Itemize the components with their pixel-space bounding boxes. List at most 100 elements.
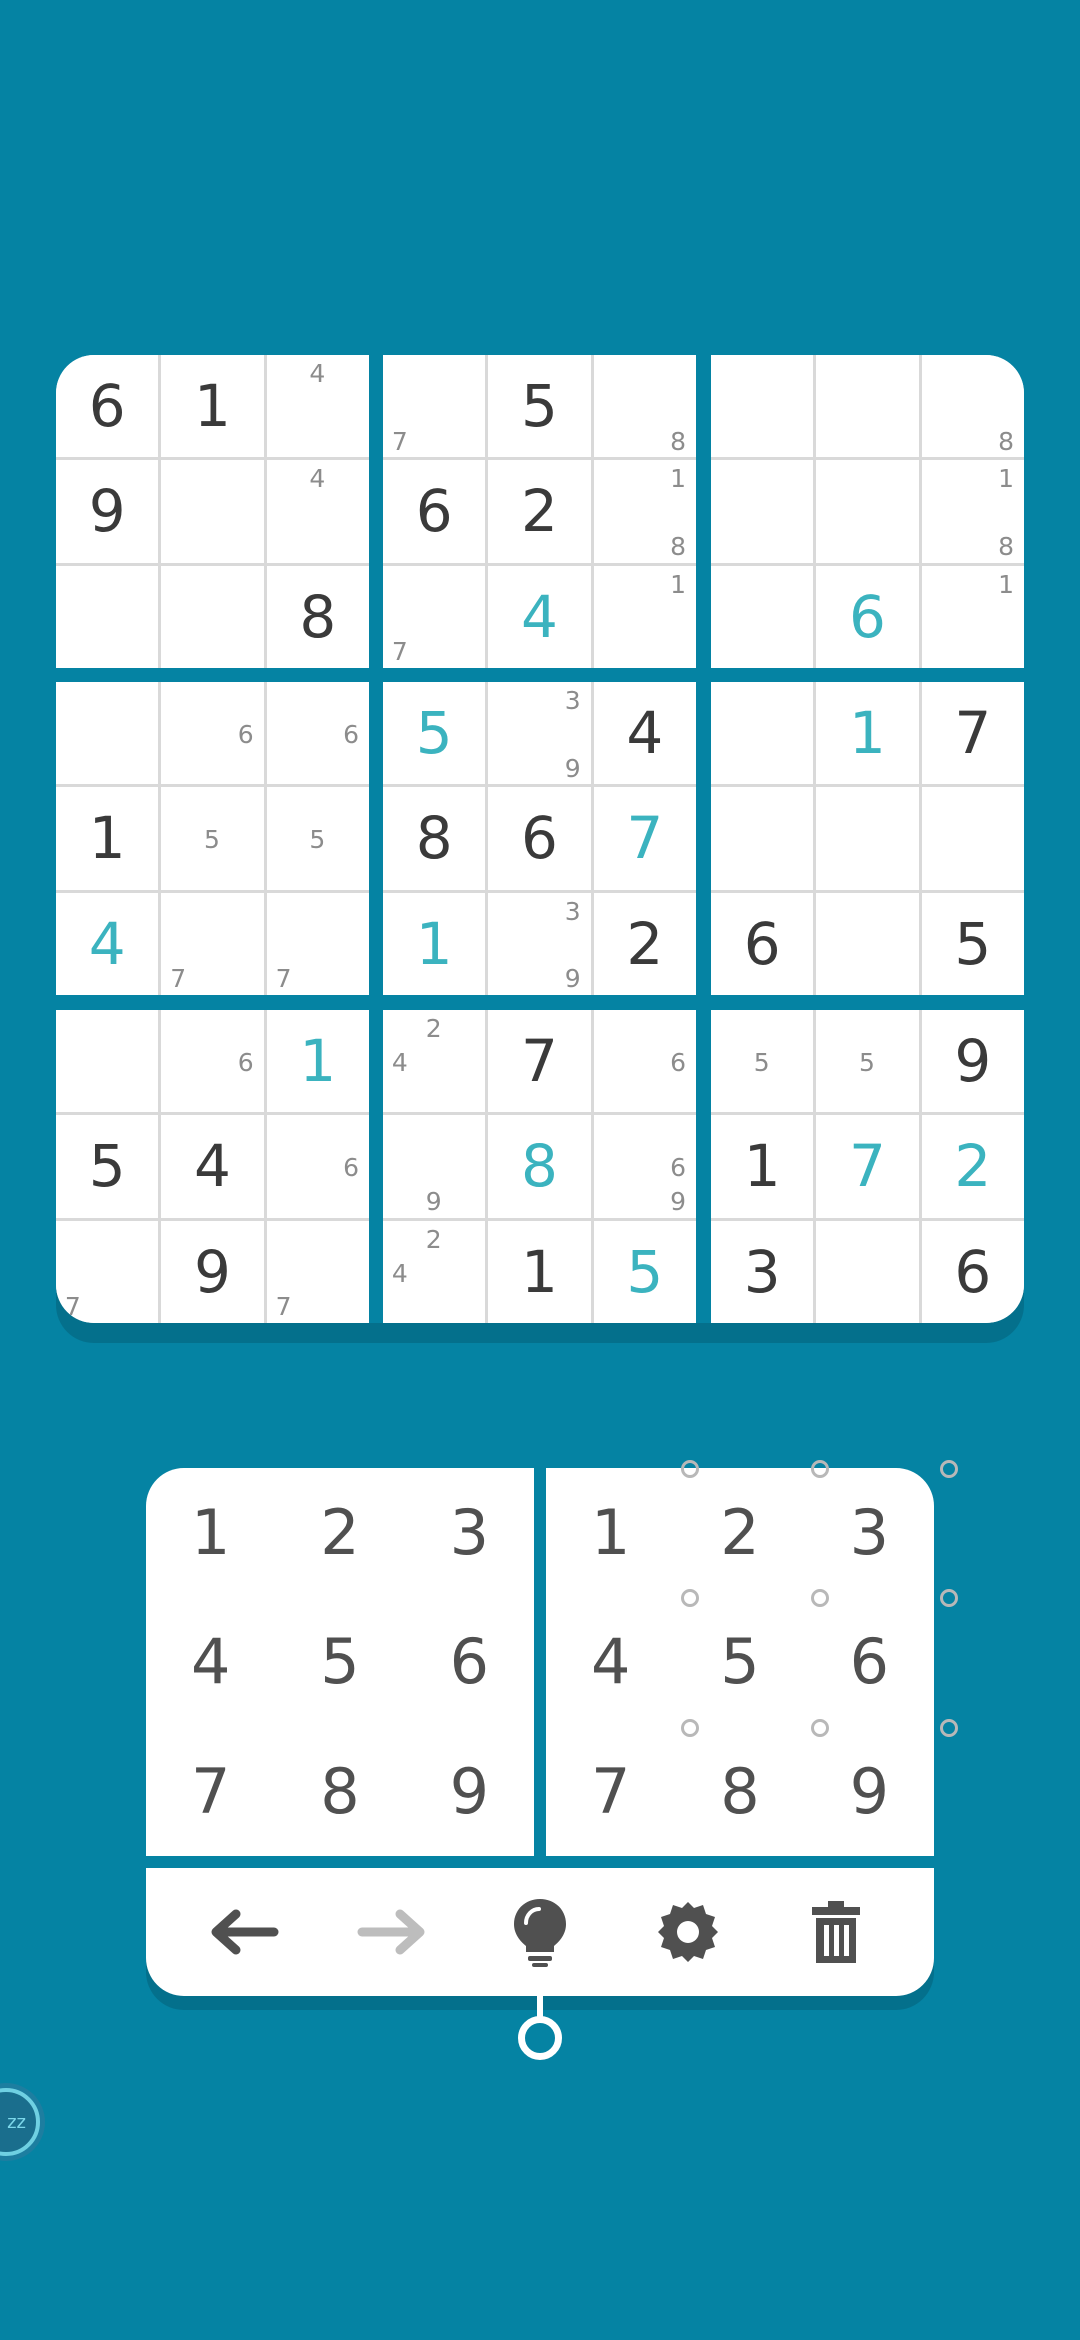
- note-key[interactable]: 5: [675, 1589, 829, 1726]
- sudoku-cell[interactable]: 8: [266, 565, 369, 668]
- sudoku-cell[interactable]: 9: [383, 1115, 486, 1218]
- note-key[interactable]: 4: [546, 1589, 700, 1726]
- sudoku-cell[interactable]: 5: [266, 787, 369, 890]
- digit-key[interactable]: 6: [405, 1597, 534, 1726]
- sudoku-cell[interactable]: 1: [266, 1010, 369, 1113]
- sudoku-cell[interactable]: 7: [816, 1115, 919, 1218]
- sudoku-cell[interactable]: 6: [593, 1010, 696, 1113]
- sudoku-cell[interactable]: [711, 460, 814, 563]
- digit-key[interactable]: 5: [275, 1597, 404, 1726]
- sudoku-cell[interactable]: 2: [593, 892, 696, 995]
- note-key[interactable]: 7: [546, 1718, 700, 1856]
- undo-button[interactable]: [204, 1892, 284, 1972]
- sudoku-cell[interactable]: 5: [593, 1220, 696, 1323]
- sudoku-cell[interactable]: [816, 892, 919, 995]
- sudoku-cell[interactable]: 1: [161, 355, 264, 458]
- sudoku-cell[interactable]: 5: [56, 1115, 159, 1218]
- digit-key[interactable]: 9: [405, 1727, 534, 1856]
- sudoku-cell[interactable]: 7: [266, 1220, 369, 1323]
- sudoku-cell[interactable]: 18: [593, 460, 696, 563]
- sudoku-cell[interactable]: 6: [816, 565, 919, 668]
- sudoku-cell[interactable]: 39: [488, 682, 591, 785]
- sudoku-cell[interactable]: 2: [488, 460, 591, 563]
- sudoku-cell[interactable]: 24: [383, 1010, 486, 1113]
- note-key[interactable]: 8: [675, 1718, 829, 1856]
- digit-key[interactable]: 7: [146, 1727, 275, 1856]
- sudoku-cell[interactable]: 1: [711, 1115, 814, 1218]
- sudoku-cell[interactable]: 4: [56, 892, 159, 995]
- sudoku-cell[interactable]: 4: [266, 355, 369, 458]
- sudoku-cell[interactable]: [816, 355, 919, 458]
- digit-key[interactable]: 3: [405, 1468, 534, 1597]
- sudoku-cell[interactable]: 7: [56, 1220, 159, 1323]
- sudoku-cell[interactable]: 5: [488, 355, 591, 458]
- sudoku-cell[interactable]: 8: [593, 355, 696, 458]
- digit-key[interactable]: 1: [146, 1468, 275, 1597]
- sudoku-cell[interactable]: [921, 787, 1024, 890]
- sudoku-cell[interactable]: 9: [921, 1010, 1024, 1113]
- sudoku-cell[interactable]: 69: [593, 1115, 696, 1218]
- sudoku-cell[interactable]: 1: [593, 565, 696, 668]
- sudoku-cell[interactable]: 8: [383, 787, 486, 890]
- redo-button[interactable]: [352, 1892, 432, 1972]
- sudoku-cell[interactable]: 39: [488, 892, 591, 995]
- sudoku-cell[interactable]: 1: [921, 565, 1024, 668]
- sudoku-cell[interactable]: 6: [161, 682, 264, 785]
- sudoku-cell[interactable]: 8: [921, 355, 1024, 458]
- sudoku-cell[interactable]: 6: [383, 460, 486, 563]
- sudoku-cell[interactable]: 1: [488, 1220, 591, 1323]
- sudoku-cell[interactable]: [711, 355, 814, 458]
- digit-key[interactable]: 8: [275, 1727, 404, 1856]
- sudoku-cell[interactable]: 6: [161, 1010, 264, 1113]
- drawer-handle[interactable]: [518, 2016, 562, 2060]
- sudoku-cell[interactable]: 1: [816, 682, 919, 785]
- digit-key[interactable]: 2: [275, 1468, 404, 1597]
- sudoku-cell[interactable]: 4: [593, 682, 696, 785]
- delete-button[interactable]: [796, 1892, 876, 1972]
- sudoku-cell[interactable]: 24: [383, 1220, 486, 1323]
- sudoku-cell[interactable]: [816, 787, 919, 890]
- sudoku-cell[interactable]: [56, 565, 159, 668]
- sudoku-cell[interactable]: 5: [816, 1010, 919, 1113]
- sudoku-cell[interactable]: [711, 682, 814, 785]
- sudoku-cell[interactable]: 6: [488, 787, 591, 890]
- sudoku-cell[interactable]: [56, 682, 159, 785]
- note-key[interactable]: 6: [805, 1589, 958, 1726]
- sudoku-cell[interactable]: 4: [266, 460, 369, 563]
- sudoku-cell[interactable]: [816, 1220, 919, 1323]
- sudoku-cell[interactable]: 6: [266, 682, 369, 785]
- sudoku-cell[interactable]: 9: [56, 460, 159, 563]
- sudoku-cell[interactable]: 5: [161, 787, 264, 890]
- note-key[interactable]: 2: [675, 1460, 829, 1597]
- sudoku-cell[interactable]: 9: [161, 1220, 264, 1323]
- hint-button[interactable]: [500, 1892, 580, 1972]
- sudoku-cell[interactable]: [816, 460, 919, 563]
- sleep-button[interactable]: zz: [0, 2088, 40, 2156]
- sudoku-cell[interactable]: 7: [383, 355, 486, 458]
- sudoku-cell[interactable]: [56, 1010, 159, 1113]
- sudoku-cell[interactable]: 6: [921, 1220, 1024, 1323]
- sudoku-cell[interactable]: 8: [488, 1115, 591, 1218]
- sudoku-cell[interactable]: 1: [383, 892, 486, 995]
- sudoku-cell[interactable]: 7: [921, 682, 1024, 785]
- sudoku-cell[interactable]: [711, 565, 814, 668]
- sudoku-cell[interactable]: 3: [711, 1220, 814, 1323]
- sudoku-cell[interactable]: [711, 787, 814, 890]
- sudoku-cell[interactable]: 6: [56, 355, 159, 458]
- note-key[interactable]: 9: [805, 1718, 958, 1856]
- sudoku-cell[interactable]: 2: [921, 1115, 1024, 1218]
- sudoku-cell[interactable]: 6: [266, 1115, 369, 1218]
- digit-key[interactable]: 4: [146, 1597, 275, 1726]
- sudoku-cell[interactable]: [161, 460, 264, 563]
- sudoku-cell[interactable]: 5: [383, 682, 486, 785]
- note-key[interactable]: 1: [546, 1460, 700, 1597]
- sudoku-cell[interactable]: 7: [266, 892, 369, 995]
- sudoku-cell[interactable]: 1: [56, 787, 159, 890]
- sudoku-cell[interactable]: 18: [921, 460, 1024, 563]
- sudoku-cell[interactable]: 6: [711, 892, 814, 995]
- note-key[interactable]: 3: [805, 1460, 958, 1597]
- sudoku-cell[interactable]: [161, 565, 264, 668]
- sudoku-cell[interactable]: 7: [383, 565, 486, 668]
- settings-button[interactable]: [648, 1892, 728, 1972]
- sudoku-cell[interactable]: 4: [161, 1115, 264, 1218]
